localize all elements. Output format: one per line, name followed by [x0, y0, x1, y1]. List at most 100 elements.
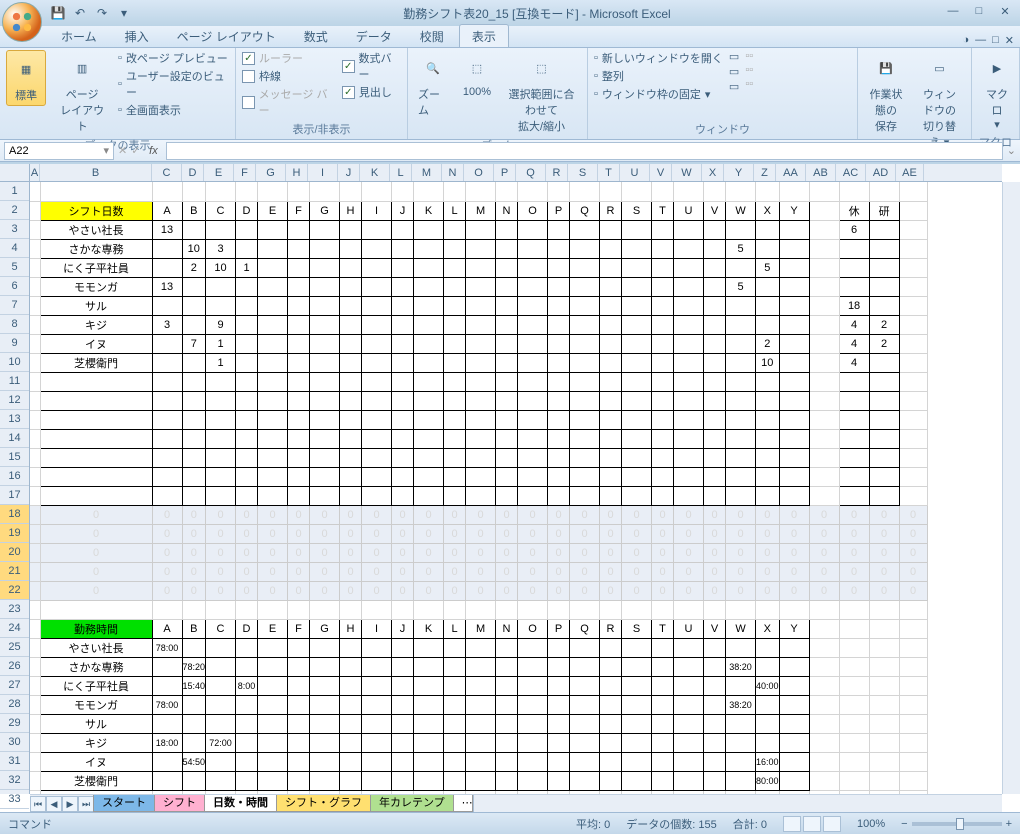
switch-windows-button[interactable]: ▭ウィンドウの 切り替え ▾ — [914, 50, 965, 152]
zoom-in-button[interactable]: + — [1006, 818, 1012, 830]
col-header-U[interactable]: U — [620, 164, 650, 181]
row-header-20[interactable]: 20 — [0, 543, 29, 562]
checkbox-枠線[interactable]: 枠線 — [242, 68, 336, 84]
view-layout-icon[interactable] — [803, 816, 821, 832]
ribbon-tab-2[interactable]: ページ レイアウト — [164, 24, 289, 47]
zoom-level[interactable]: 100% — [857, 818, 885, 830]
checkbox-数式バー[interactable]: ✓ 数式バー — [342, 50, 401, 82]
row-header-14[interactable]: 14 — [0, 429, 29, 448]
view-break-icon[interactable] — [823, 816, 841, 832]
new-window-button[interactable]: ▫ 新しいウィンドウを開く — [594, 50, 723, 66]
col-header-P[interactable]: P — [494, 164, 516, 181]
name-box[interactable]: A22▾ — [4, 142, 114, 160]
fx-icon[interactable]: fx — [144, 145, 162, 157]
col-header-T[interactable]: T — [598, 164, 620, 181]
row-header-10[interactable]: 10 — [0, 353, 29, 372]
sheet-tab-年カレテンプ[interactable]: 年カレテンプ — [370, 795, 454, 812]
maximize-button[interactable]: □ — [968, 5, 990, 21]
select-all-corner[interactable] — [0, 164, 30, 182]
col-header-R[interactable]: R — [546, 164, 568, 181]
custom-views-button[interactable]: ▫ ユーザー設定のビュー — [118, 68, 229, 100]
ribbon-tab-5[interactable]: 校閲 — [407, 24, 457, 47]
row-header-18[interactable]: 18 — [0, 505, 29, 524]
row-header-7[interactable]: 7 — [0, 296, 29, 315]
row-header-16[interactable]: 16 — [0, 467, 29, 486]
row-header-9[interactable]: 9 — [0, 334, 29, 353]
qat-dropdown-icon[interactable]: ▾ — [116, 5, 132, 21]
col-header-AB[interactable]: AB — [806, 164, 836, 181]
mdi-close-icon[interactable]: ✕ — [1005, 34, 1014, 47]
help-icon[interactable]: ◑ — [962, 34, 969, 47]
ribbon-tab-1[interactable]: 挿入 — [112, 24, 162, 47]
row-header-25[interactable]: 25 — [0, 638, 29, 657]
freeze-panes-button[interactable]: ▫ ウィンドウ枠の固定 ▾ — [594, 86, 723, 102]
row-header-5[interactable]: 5 — [0, 258, 29, 277]
row-header-2[interactable]: 2 — [0, 201, 29, 220]
col-header-AE[interactable]: AE — [896, 164, 924, 181]
col-header-Y[interactable]: Y — [724, 164, 754, 181]
full-screen-button[interactable]: ▫ 全画面表示 — [118, 102, 229, 118]
row-header-4[interactable]: 4 — [0, 239, 29, 258]
col-header-N[interactable]: N — [442, 164, 464, 181]
sheet-tab-スタート[interactable]: スタート — [93, 795, 155, 812]
col-header-O[interactable]: O — [464, 164, 494, 181]
col-header-L[interactable]: L — [390, 164, 412, 181]
col-header-B[interactable]: B — [40, 164, 152, 181]
sheet-tab-シフト・グラフ[interactable]: シフト・グラフ — [276, 795, 371, 812]
row-header-24[interactable]: 24 — [0, 619, 29, 638]
zoom-100-button[interactable]: ⬚100% — [458, 50, 496, 100]
row-header-28[interactable]: 28 — [0, 695, 29, 714]
col-header-M[interactable]: M — [412, 164, 442, 181]
col-header-K[interactable]: K — [360, 164, 390, 181]
ribbon-tab-0[interactable]: ホーム — [48, 24, 110, 47]
enter-icon[interactable]: ✓ — [131, 144, 140, 157]
minimize-button[interactable]: — — [942, 5, 964, 21]
mdi-min-icon[interactable]: — — [975, 34, 986, 47]
col-header-AA[interactable]: AA — [776, 164, 806, 181]
formula-bar[interactable] — [166, 142, 1002, 160]
zoom-selection-button[interactable]: ⬚選択範囲に合わせて 拡大/縮小 — [502, 50, 581, 136]
redo-icon[interactable]: ↷ — [94, 5, 110, 21]
view-normal-button[interactable]: ▦標準 — [6, 50, 46, 106]
vertical-scrollbar[interactable] — [1002, 182, 1020, 794]
row-header-19[interactable]: 19 — [0, 524, 29, 543]
col-header-E[interactable]: E — [204, 164, 234, 181]
row-header-12[interactable]: 12 — [0, 391, 29, 410]
unhide-button[interactable]: ▭ — [729, 80, 739, 93]
zoom-slider[interactable] — [912, 822, 1002, 826]
tab-nav-first[interactable]: ⏮ — [30, 796, 46, 812]
close-button[interactable]: ✕ — [994, 5, 1016, 21]
row-header-21[interactable]: 21 — [0, 562, 29, 581]
zoom-button[interactable]: 🔍ズーム — [414, 50, 452, 120]
hide-button[interactable]: ▭ — [729, 65, 739, 78]
col-header-C[interactable]: C — [152, 164, 182, 181]
checkbox-見出し[interactable]: ✓ 見出し — [342, 84, 401, 100]
row-header-8[interactable]: 8 — [0, 315, 29, 334]
sheet-tab-日数・時間[interactable]: 日数・時間 — [204, 795, 277, 812]
view-normal-icon[interactable] — [783, 816, 801, 832]
col-header-I[interactable]: I — [308, 164, 338, 181]
expand-formula-icon[interactable]: ⌄ — [1007, 144, 1016, 157]
row-header-29[interactable]: 29 — [0, 714, 29, 733]
save-icon[interactable]: 💾 — [50, 5, 66, 21]
row-header-33[interactable]: 33 — [0, 790, 29, 809]
row-header-6[interactable]: 6 — [0, 277, 29, 296]
page-break-preview-button[interactable]: ▫ 改ページ プレビュー — [118, 50, 229, 66]
mdi-restore-icon[interactable]: □ — [992, 34, 999, 47]
split-button[interactable]: ▭ — [729, 50, 739, 63]
col-header-S[interactable]: S — [568, 164, 598, 181]
cancel-icon[interactable]: ✕ — [118, 144, 127, 157]
row-header-17[interactable]: 17 — [0, 486, 29, 505]
col-header-Z[interactable]: Z — [754, 164, 776, 181]
ribbon-tab-3[interactable]: 数式 — [291, 24, 341, 47]
col-header-A[interactable]: A — [30, 164, 40, 181]
office-button[interactable] — [2, 2, 42, 42]
tab-nav-last[interactable]: ⏭ — [78, 796, 94, 812]
tab-nav-next[interactable]: ▶ — [62, 796, 78, 812]
sheet-tab-シフト[interactable]: シフト — [154, 795, 205, 812]
row-header-13[interactable]: 13 — [0, 410, 29, 429]
col-header-Q[interactable]: Q — [516, 164, 546, 181]
col-header-H[interactable]: H — [286, 164, 308, 181]
horizontal-scrollbar[interactable] — [473, 795, 1002, 812]
row-header-27[interactable]: 27 — [0, 676, 29, 695]
